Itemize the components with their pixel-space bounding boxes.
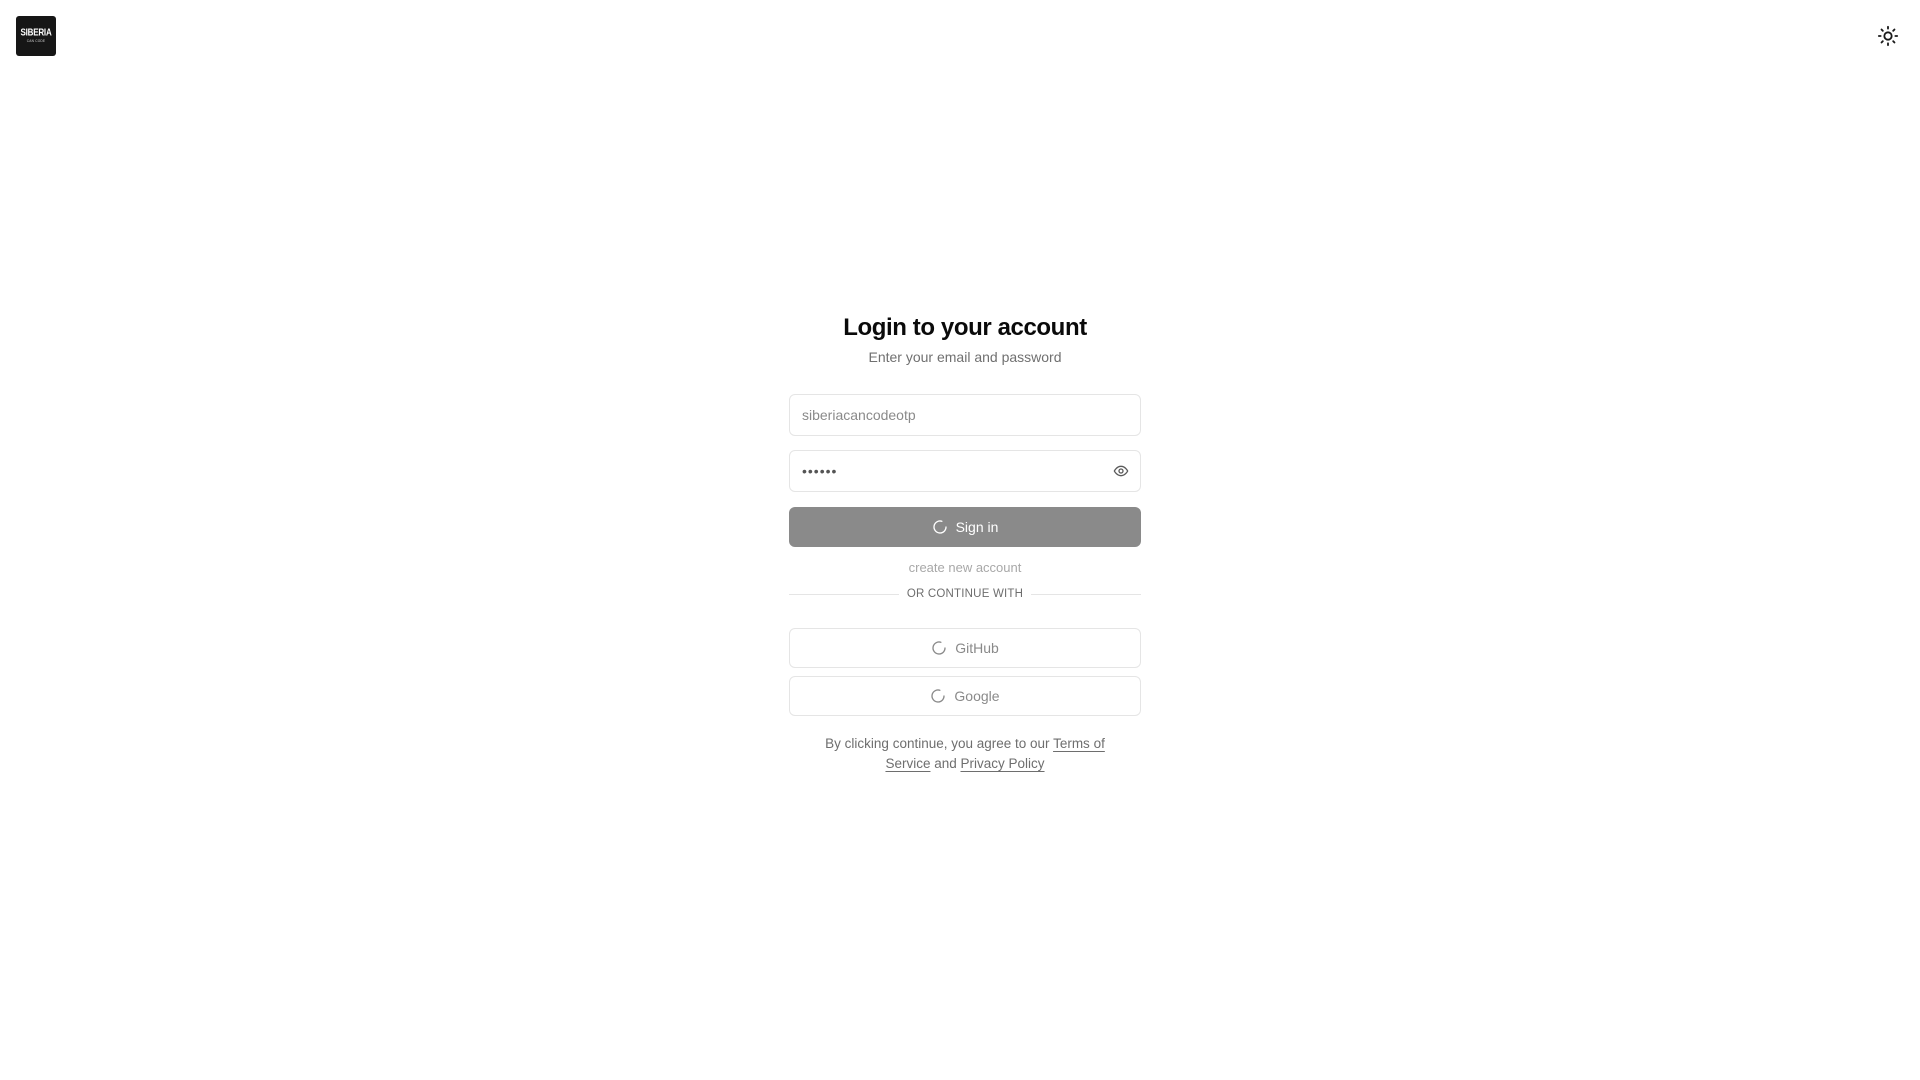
divider-line-left (789, 593, 899, 595)
spinner-icon (932, 519, 948, 535)
password-field[interactable]: •••••• (789, 450, 1141, 492)
create-account-link[interactable]: create new account (789, 559, 1141, 577)
github-button[interactable]: GitHub (789, 628, 1141, 668)
google-button[interactable]: Google (789, 676, 1141, 716)
terms-prefix: By clicking continue, you agree to our (825, 736, 1054, 751)
privacy-policy-link[interactable]: Privacy Policy (961, 756, 1045, 771)
divider-label: OR CONTINUE WITH (906, 588, 1024, 600)
show-password-button[interactable] (1112, 462, 1130, 480)
divider-line-right (1031, 593, 1141, 595)
sign-in-label: Sign in (955, 519, 999, 535)
theme-toggle-button[interactable] (1872, 20, 1904, 52)
password-input[interactable]: •••••• (802, 463, 837, 479)
github-label: GitHub (955, 640, 999, 656)
brand-logo[interactable]: SIBERIA CAN CODE (16, 16, 56, 56)
terms-notice: By clicking continue, you agree to our T… (789, 734, 1141, 774)
google-label: Google (954, 688, 1000, 704)
logo-wordmark: SIBERIA (20, 26, 52, 38)
eye-icon (1113, 465, 1129, 477)
page-title: Login to your account (843, 314, 1087, 341)
page-subtitle: Enter your email and password (868, 349, 1062, 365)
sign-in-button[interactable]: Sign in (789, 507, 1141, 547)
login-page: SIBERIA CAN CODE Login to your account E… (0, 0, 1920, 1080)
email-field[interactable] (789, 394, 1141, 436)
terms-and: and (930, 756, 961, 771)
logo-tagline: CAN CODE (26, 39, 46, 43)
email-input[interactable] (802, 407, 1128, 423)
spinner-icon (930, 688, 946, 704)
or-divider: OR CONTINUE WITH (789, 586, 1141, 602)
login-form: Login to your account Enter your email a… (789, 306, 1141, 774)
sun-icon (1877, 25, 1899, 47)
spinner-icon (931, 640, 947, 656)
